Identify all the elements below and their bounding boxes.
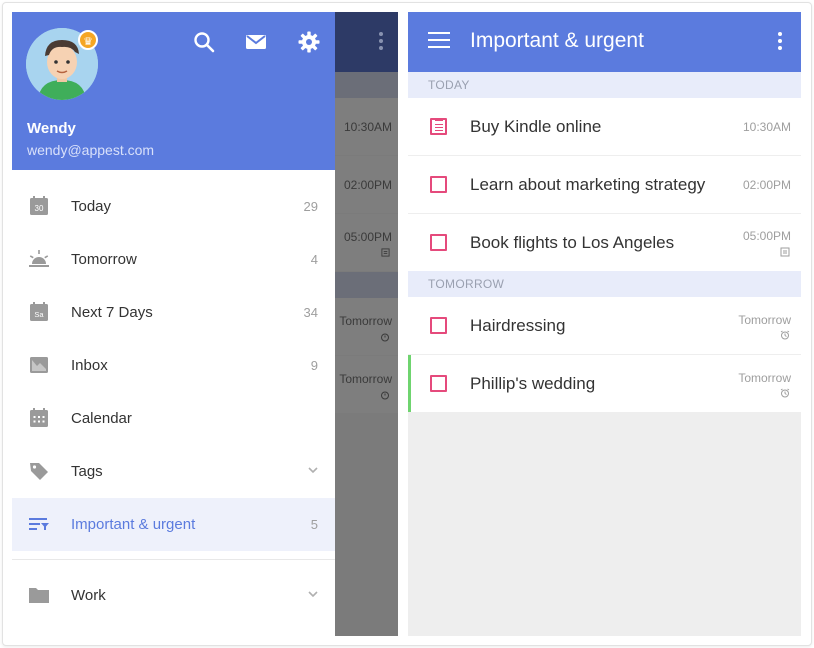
calendar-day-icon: 30: [30, 196, 48, 215]
app-bar: Important & urgent: [408, 12, 801, 72]
page-title: Important & urgent: [470, 29, 644, 52]
user-name: Wendy: [27, 120, 76, 137]
svg-text:Sa: Sa: [34, 310, 44, 319]
dimmed-section-header: [335, 72, 398, 98]
task-time: 05:00PM: [742, 229, 791, 243]
task-checkbox-note-icon[interactable]: [430, 118, 447, 135]
task-checkbox[interactable]: [430, 176, 447, 193]
dimmed-time: 10:30AM: [343, 120, 392, 134]
nav-count: 29: [303, 199, 318, 214]
task-row[interactable]: Book flights to Los Angeles 05:00PM: [408, 214, 801, 271]
dimmed-row: 02:00PM: [335, 156, 398, 213]
nav-label: Work: [71, 587, 106, 604]
dimmed-row: 05:00PM: [335, 214, 398, 271]
left-phone-screen: 10:30AM 02:00PM 05:00PM Tomorrow Tomorro…: [12, 12, 398, 636]
inbox-icon: [30, 357, 48, 373]
sunrise-icon: [29, 250, 49, 267]
chevron-down-icon[interactable]: [307, 588, 319, 600]
task-row[interactable]: Buy Kindle online 10:30AM: [408, 98, 801, 155]
alarm-icon: [780, 330, 790, 340]
task-time: Tomorrow: [738, 371, 791, 385]
more-icon: [379, 32, 383, 53]
nav-item-tomorrow[interactable]: Tomorrow 4: [12, 233, 335, 286]
dimmed-time: 02:00PM: [343, 178, 392, 192]
task-title: Hairdressing: [470, 316, 566, 335]
task-title: Book flights to Los Angeles: [470, 233, 675, 252]
drawer-nav-list: 30 Today 29 Tomorrow 4 Sa Next 7 Days 34…: [12, 180, 335, 622]
nav-label: Calendar: [71, 410, 132, 427]
task-time: 02:00PM: [742, 178, 791, 192]
task-checkbox[interactable]: [430, 234, 447, 251]
drawer-header: ♛ Wendy wendy@appest.com: [12, 12, 335, 170]
nav-count: 9: [310, 358, 318, 373]
nav-label: Tomorrow: [71, 251, 137, 268]
priority-accent-bar: [408, 355, 411, 412]
task-row[interactable]: Hairdressing Tomorrow: [408, 297, 801, 354]
nav-item-important-urgent[interactable]: Important & urgent 5: [12, 498, 335, 551]
dimmed-row: 10:30AM: [335, 98, 398, 155]
nav-item-work[interactable]: Work: [12, 569, 335, 622]
drawer-divider: [12, 559, 335, 560]
nav-label: Important & urgent: [71, 516, 196, 533]
right-phone-screen: Important & urgent TODAY Buy Kindle onli…: [408, 12, 801, 636]
dimmed-app-bar: [335, 12, 398, 72]
search-icon[interactable]: [192, 30, 216, 54]
dimmed-row: Tomorrow: [335, 356, 398, 413]
task-time: 10:30AM: [742, 120, 791, 134]
nav-label: Today: [71, 198, 112, 215]
nav-item-next-7-days[interactable]: Sa Next 7 Days 34: [12, 286, 335, 339]
section-header-today: TODAY: [408, 72, 801, 98]
task-title: Phillip's wedding: [470, 374, 596, 393]
note-icon: [381, 248, 390, 257]
tag-icon: [30, 463, 48, 480]
task-time: Tomorrow: [738, 313, 791, 327]
dimmed-task-list[interactable]: 10:30AM 02:00PM 05:00PM Tomorrow Tomorro…: [335, 12, 398, 636]
dimmed-time: Tomorrow: [339, 372, 392, 386]
nav-item-today[interactable]: 30 Today 29: [12, 180, 335, 233]
dimmed-row: Tomorrow: [335, 298, 398, 355]
more-vert-icon[interactable]: [778, 32, 782, 53]
nav-item-tags[interactable]: Tags: [12, 445, 335, 498]
nav-label: Inbox: [71, 357, 108, 374]
settings-icon[interactable]: [297, 30, 321, 54]
mail-icon[interactable]: [244, 30, 268, 54]
task-title: Buy Kindle online: [470, 117, 602, 136]
dimmed-time: 05:00PM: [343, 230, 392, 244]
alarm-icon: [381, 333, 389, 342]
menu-icon[interactable]: [428, 32, 450, 50]
note-icon: [780, 247, 790, 257]
nav-count: 4: [310, 252, 318, 267]
nav-item-calendar[interactable]: Calendar: [12, 392, 335, 445]
chevron-down-icon[interactable]: [307, 464, 319, 476]
section-header-tomorrow: TOMORROW: [408, 271, 801, 297]
task-checkbox[interactable]: [430, 317, 447, 334]
nav-item-inbox[interactable]: Inbox 9: [12, 339, 335, 392]
svg-text:30: 30: [35, 204, 44, 213]
task-title: Learn about marketing strategy: [470, 175, 706, 194]
task-row[interactable]: Phillip's wedding Tomorrow: [408, 355, 801, 412]
calendar-week-icon: Sa: [30, 302, 48, 321]
calendar-grid-icon: [30, 408, 48, 427]
user-email: wendy@appest.com: [27, 142, 155, 158]
nav-count: 34: [303, 305, 318, 320]
filter-icon: [29, 518, 49, 530]
task-row[interactable]: Learn about marketing strategy 02:00PM: [408, 156, 801, 213]
dimmed-time: Tomorrow: [339, 314, 392, 328]
navigation-drawer: ♛ Wendy wendy@appest.com 30 Today 29 Tom…: [12, 12, 335, 636]
alarm-icon: [381, 391, 389, 400]
alarm-icon: [780, 388, 790, 398]
nav-count: 5: [310, 517, 318, 532]
dimmed-section-header: [335, 272, 398, 298]
crown-badge-icon: ♛: [78, 30, 98, 50]
folder-icon: [29, 588, 49, 603]
nav-label: Tags: [71, 463, 103, 480]
nav-label: Next 7 Days: [71, 304, 153, 321]
task-checkbox[interactable]: [430, 375, 447, 392]
